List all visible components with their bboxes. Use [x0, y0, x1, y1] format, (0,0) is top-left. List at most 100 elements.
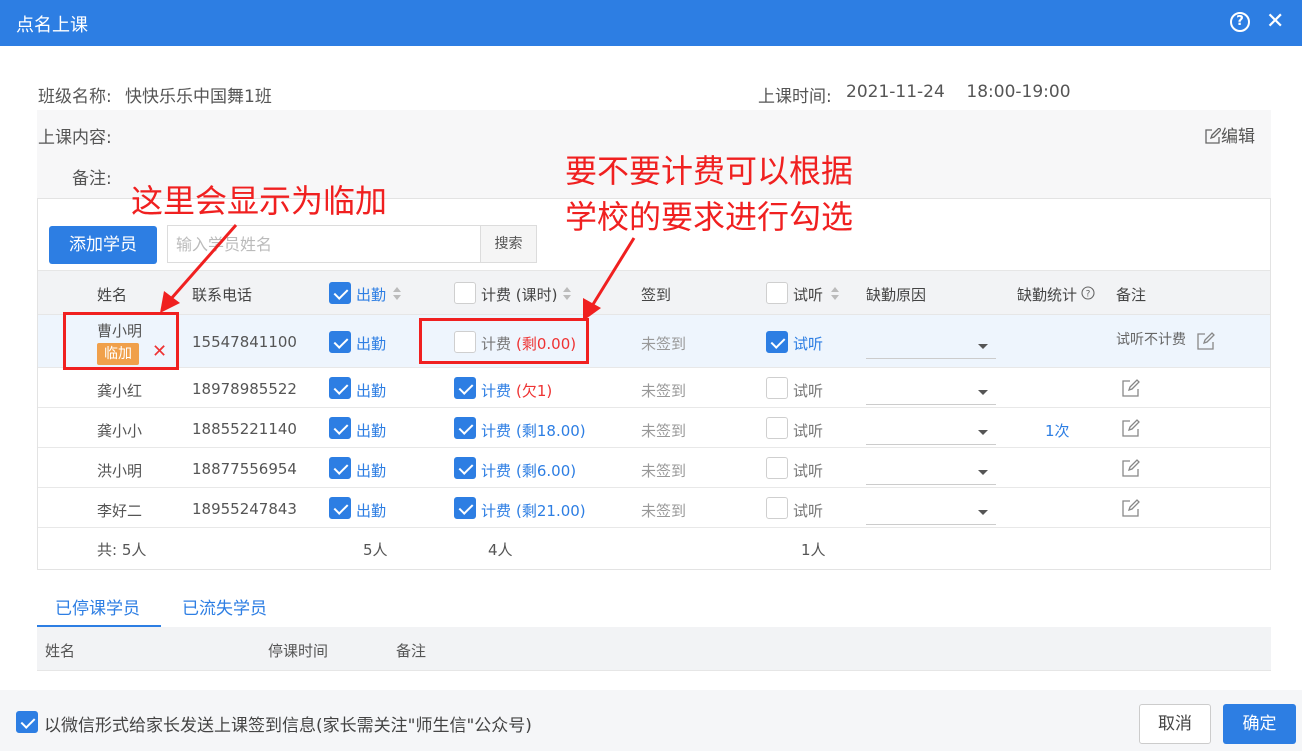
class-time-label: 上课时间:: [758, 87, 832, 107]
student-phone: 18877556954: [192, 460, 297, 478]
student-name: 龚小小: [97, 422, 143, 440]
trial-label: 试听: [793, 502, 824, 520]
student-name: 洪小明: [97, 462, 143, 480]
lesson-content-label: 上课内容:: [38, 128, 112, 148]
trial-label: 试听: [793, 335, 824, 353]
signin-status: 未签到: [641, 382, 687, 400]
edit-remark-icon[interactable]: [1122, 419, 1140, 437]
signin-status: 未签到: [641, 502, 687, 520]
trial-label: 试听: [793, 462, 824, 480]
annotation-box-name: [63, 312, 179, 370]
attend-checkbox[interactable]: [329, 497, 351, 519]
chevron-down-icon: [978, 390, 988, 395]
edit-remark-icon[interactable]: [1122, 459, 1140, 477]
fee-all-checkbox[interactable]: [454, 282, 476, 304]
tab-lost-students[interactable]: 已流失学员: [182, 594, 267, 619]
dialog-titlebar: 点名上课 ? ✕: [0, 0, 1302, 46]
header-attend: 出勤: [356, 286, 387, 304]
header-name: 姓名: [97, 286, 128, 304]
trial-checkbox[interactable]: [766, 417, 788, 439]
student-phone: 15547841100: [192, 333, 297, 351]
student-phone: 18978985522: [192, 380, 297, 398]
edit-remark-icon[interactable]: [1122, 499, 1140, 517]
annotation-text-right-1: 要不要计费可以根据: [565, 152, 854, 190]
attend-label: 出勤: [356, 462, 387, 480]
header-stat: 缺勤统计: [1017, 286, 1078, 304]
trial-all-checkbox[interactable]: [766, 282, 788, 304]
absence-reason-select[interactable]: [866, 331, 996, 359]
trial-checkbox[interactable]: [766, 377, 788, 399]
fee-label: 计费: [481, 502, 512, 520]
trial-checkbox[interactable]: [766, 497, 788, 519]
dialog-title: 点名上课: [16, 15, 88, 36]
edit-remark-icon[interactable]: [1122, 379, 1140, 397]
trial-checkbox[interactable]: [766, 457, 788, 479]
fee-checkbox[interactable]: [454, 377, 476, 399]
suspended-table-header: [37, 627, 1271, 671]
attend-checkbox[interactable]: [329, 331, 351, 353]
absence-reason-select[interactable]: [866, 497, 996, 525]
fee-checkbox[interactable]: [454, 457, 476, 479]
absence-count-link[interactable]: 1次: [1045, 420, 1070, 441]
trial-label: 试听: [793, 382, 824, 400]
summary-total: 共: 5人: [97, 541, 147, 559]
student-name: 龚小红: [97, 382, 143, 400]
tab-suspended-students[interactable]: 已停课学员: [55, 594, 140, 619]
attend-checkbox[interactable]: [329, 377, 351, 399]
fee-label: 计费: [481, 422, 512, 440]
absence-reason-select[interactable]: [866, 377, 996, 405]
search-button[interactable]: 搜索: [480, 225, 537, 263]
absence-reason-select[interactable]: [866, 417, 996, 445]
attend-checkbox[interactable]: [329, 457, 351, 479]
student-phone: 18955247843: [192, 500, 297, 518]
chevron-down-icon: [978, 430, 988, 435]
class-name-value: 快快乐乐中国舞1班: [125, 87, 272, 107]
header-remark: 备注: [1116, 286, 1147, 304]
close-icon[interactable]: ✕: [1266, 9, 1284, 35]
chevron-down-icon: [978, 344, 988, 349]
wechat-notify-checkbox[interactable]: [16, 711, 38, 733]
trial-label: 试听: [793, 422, 824, 440]
header-trial: 试听: [793, 286, 824, 304]
annotation-text-right-2: 学校的要求进行勾选: [565, 198, 854, 236]
sort-attend-icon[interactable]: [393, 287, 401, 301]
annotation-box-fee: [419, 318, 589, 364]
class-time-value: 2021-11-24 18:00-19:00: [846, 82, 1071, 102]
attend-checkbox[interactable]: [329, 417, 351, 439]
edit-icon: [1205, 127, 1222, 144]
header-signin: 签到: [641, 286, 672, 304]
student-search-input[interactable]: [167, 225, 481, 263]
signin-status: 未签到: [641, 335, 687, 353]
chevron-down-icon: [978, 470, 988, 475]
edit-button[interactable]: 编辑: [1205, 122, 1255, 147]
signin-status: 未签到: [641, 462, 687, 480]
stat-help-icon[interactable]: ?: [1081, 286, 1095, 300]
add-student-button[interactable]: 添加学员: [49, 226, 157, 264]
summary-trial: 1人: [801, 541, 826, 559]
fee-balance: (剩6.00): [516, 462, 577, 480]
suspended-header-time: 停课时间: [268, 642, 329, 660]
remark-text: 试听不计费: [1116, 332, 1186, 348]
fee-checkbox[interactable]: [454, 417, 476, 439]
fee-label: 计费: [481, 382, 512, 400]
fee-balance: (剩21.00): [516, 502, 586, 520]
cancel-button[interactable]: 取消: [1139, 704, 1211, 744]
summary-attend: 5人: [363, 541, 388, 559]
edit-label: 编辑: [1221, 127, 1255, 147]
trial-checkbox[interactable]: [766, 331, 788, 353]
sort-fee-icon[interactable]: [563, 287, 571, 301]
attend-all-checkbox[interactable]: [329, 282, 351, 304]
help-icon[interactable]: ?: [1230, 12, 1250, 32]
confirm-button[interactable]: 确定: [1223, 704, 1296, 744]
class-name-label: 班级名称:: [38, 87, 112, 107]
fee-balance: (剩18.00): [516, 422, 586, 440]
sort-trial-icon[interactable]: [831, 287, 839, 301]
fee-checkbox[interactable]: [454, 497, 476, 519]
edit-remark-icon[interactable]: [1197, 332, 1215, 350]
suspended-header-remark: 备注: [396, 642, 427, 660]
absence-reason-select[interactable]: [866, 457, 996, 485]
wechat-notify-label: 以微信形式给家长发送上课签到信息(家长需关注"师生信"公众号): [44, 716, 532, 736]
suspended-header-name: 姓名: [45, 642, 76, 660]
summary-fee: 4人: [488, 541, 513, 559]
signin-status: 未签到: [641, 422, 687, 440]
